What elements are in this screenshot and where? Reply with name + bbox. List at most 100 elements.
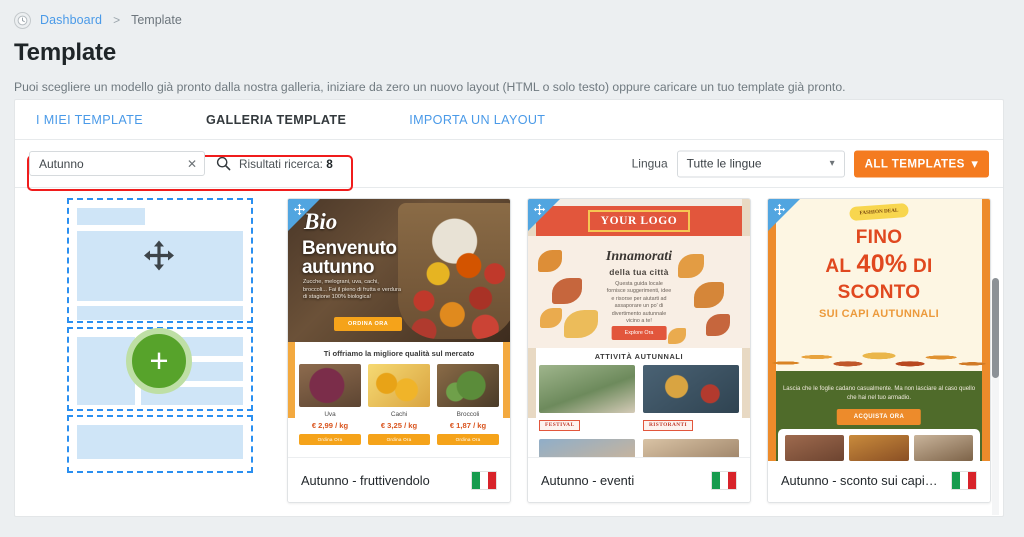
italy-flag-icon — [711, 470, 737, 490]
language-select[interactable]: Tutte le lingue ▾ — [676, 150, 845, 177]
preview-cta: Explore Ora — [611, 326, 667, 340]
template-name: Autunno - sconto sui capi autu... — [781, 472, 941, 488]
activity-image — [643, 365, 739, 413]
chevron-down-icon: ▾ — [829, 158, 835, 169]
product-cta: Ordina Ora — [368, 434, 430, 445]
italy-flag-icon — [471, 470, 497, 490]
page-title: Template — [14, 39, 116, 66]
headline-line3: SCONTO — [837, 282, 921, 303]
move-arrows-icon — [533, 203, 546, 221]
search-icon[interactable] — [216, 156, 231, 171]
breadcrumb-current: Template — [131, 13, 182, 27]
template-card[interactable]: Bio Benvenuto autunno Zucche, melograni,… — [287, 198, 511, 503]
preview-cta: ORDINA ORA — [334, 317, 403, 331]
preview-hero: FASHION DEAL FINO AL 40% DI SCONTO SUI C… — [768, 199, 990, 461]
preview-headline: FINO AL 40% DI SCONTO — [768, 225, 990, 306]
product-name: Cachi — [390, 411, 408, 418]
preview-subheadline: della tua città — [609, 267, 669, 277]
preview-body: Questa guida locale fornisce suggeriment… — [606, 281, 672, 325]
preview-cta: ACQUISTA ORA — [836, 409, 922, 425]
photo-thumb — [785, 435, 845, 461]
activity-cell: RISTORANTI — [643, 365, 739, 431]
scrollbar-thumb[interactable] — [992, 278, 999, 378]
template-panel: I MIEI TEMPLATE GALLERIA TEMPLATE IMPORT… — [14, 99, 1004, 517]
preview-product-list: Uva € 2,99 / kg Ordina Ora Cachi € 3,25 … — [288, 364, 510, 445]
preview-hero: Innamorati della tua città Questa guida … — [528, 236, 750, 348]
template-preview: YOUR LOGO Innamorati della tua città Que… — [528, 199, 750, 461]
add-new-layout-button[interactable]: + — [126, 328, 192, 394]
activity-tag: RISTORANTI — [643, 419, 694, 431]
results-prefix: Risultati ricerca: — [239, 156, 323, 171]
preview-headline: Benvenuto autunno — [302, 238, 397, 278]
template-card[interactable]: FASHION DEAL FINO AL 40% DI SCONTO SUI C… — [767, 198, 991, 503]
photo-thumb — [849, 435, 909, 461]
template-card[interactable]: YOUR LOGO Innamorati della tua città Que… — [527, 198, 751, 503]
tab-importa-un-layout[interactable]: IMPORTA UN LAYOUT — [409, 113, 545, 127]
vertical-scrollbar[interactable] — [992, 278, 999, 515]
gallery-slot: YOUR LOGO Innamorati della tua città Que… — [519, 198, 759, 503]
preview-hero: Bio Benvenuto autunno Zucche, melograni,… — [288, 199, 510, 342]
card-footer: Autunno - fruttivendolo — [288, 457, 510, 502]
preview-badge: FASHION DEAL — [849, 202, 909, 222]
chevron-down-icon: ▾ — [971, 157, 978, 171]
breadcrumb-link-dashboard[interactable]: Dashboard — [40, 13, 102, 27]
activity-cell: FESTIVAL — [539, 365, 635, 431]
preview-top-strip — [528, 199, 750, 206]
search-box[interactable]: ✕ — [29, 151, 205, 176]
search-results-count: Risultati ricerca: 8 — [239, 157, 333, 171]
product-name: Broccoli — [456, 411, 480, 418]
product-image — [299, 364, 361, 407]
filter-bar: ✕ Risultati ricerca: 8 Lingua Tutte le l… — [15, 140, 1003, 191]
preview-body: Zucche, melograni, uva, cachi, broccoli.… — [303, 279, 401, 301]
preview-product: Uva € 2,99 / kg Ordina Ora — [299, 364, 361, 445]
new-layout-card[interactable]: + — [50, 198, 268, 503]
template-name: Autunno - fruttivendolo — [301, 472, 430, 488]
preview-section-title: ATTIVITÀ AUTUNNALI — [528, 348, 750, 365]
language-select-value: Tutte le lingue — [686, 156, 762, 171]
headline-line2: AL 40% DI — [825, 250, 933, 278]
preview-border-right — [503, 342, 510, 418]
gallery-slot: Bio Benvenuto autunno Zucche, melograni,… — [279, 198, 519, 503]
search-area: ✕ Risultati ricerca: 8 — [27, 151, 353, 191]
preview-logo-bar: YOUR LOGO — [528, 206, 750, 236]
move-arrows-icon — [773, 203, 786, 221]
preview-leaves-band — [768, 339, 990, 379]
preview-strapline: Ti offriamo la migliore qualità sul merc… — [288, 342, 510, 364]
search-input[interactable] — [30, 152, 176, 175]
clock-circle-icon — [14, 11, 31, 29]
all-templates-button[interactable]: ALL TEMPLATES ▾ — [853, 150, 989, 177]
tab-galleria-template[interactable]: GALLERIA TEMPLATE — [206, 113, 346, 127]
gallery-slot: FASHION DEAL FINO AL 40% DI SCONTO SUI C… — [759, 198, 999, 503]
product-name: Uva — [324, 411, 336, 418]
preview-subheadline: SUI CAPI AUTUNNALI — [819, 308, 939, 320]
preview-border-left — [288, 342, 295, 418]
preview-photo-row — [778, 429, 980, 461]
move-arrows-icon — [293, 203, 306, 221]
product-price: € 1,87 / kg — [449, 421, 487, 430]
template-gallery: + Bio Benvenuto autunno Zucche, melogran… — [15, 188, 1003, 515]
results-number: 8 — [326, 156, 333, 171]
breadcrumb: Dashboard > Template — [0, 0, 1024, 30]
clear-search-icon[interactable]: ✕ — [187, 158, 197, 170]
filter-controls: Lingua Tutte le lingue ▾ ALL TEMPLATES ▾ — [632, 150, 989, 177]
product-cta: Ordina Ora — [299, 434, 361, 445]
product-price: € 2,99 / kg — [311, 421, 349, 430]
language-label: Lingua — [631, 156, 668, 171]
product-image — [368, 364, 430, 407]
photo-thumb — [913, 435, 973, 461]
card-footer: Autunno - eventi — [528, 457, 750, 502]
preview-product: Broccoli € 1,87 / kg Ordina Ora — [437, 364, 499, 445]
layout-block-row3 — [67, 415, 253, 473]
italy-flag-icon — [951, 470, 977, 490]
move-arrows-icon — [142, 239, 176, 278]
tab-i-miei-template[interactable]: I MIEI TEMPLATE — [36, 113, 143, 127]
product-image — [437, 364, 499, 407]
product-cta: Ordina Ora — [437, 434, 499, 445]
product-price: € 3,25 / kg — [380, 421, 418, 430]
breadcrumb-separator: > — [113, 13, 121, 27]
activity-tag: FESTIVAL — [539, 419, 581, 431]
template-preview: FASHION DEAL FINO AL 40% DI SCONTO SUI C… — [768, 199, 990, 461]
headline-line1: FINO — [855, 227, 903, 248]
preview-product: Cachi € 3,25 / kg Ordina Ora — [368, 364, 430, 445]
preview-headline: Innamorati — [605, 249, 673, 264]
